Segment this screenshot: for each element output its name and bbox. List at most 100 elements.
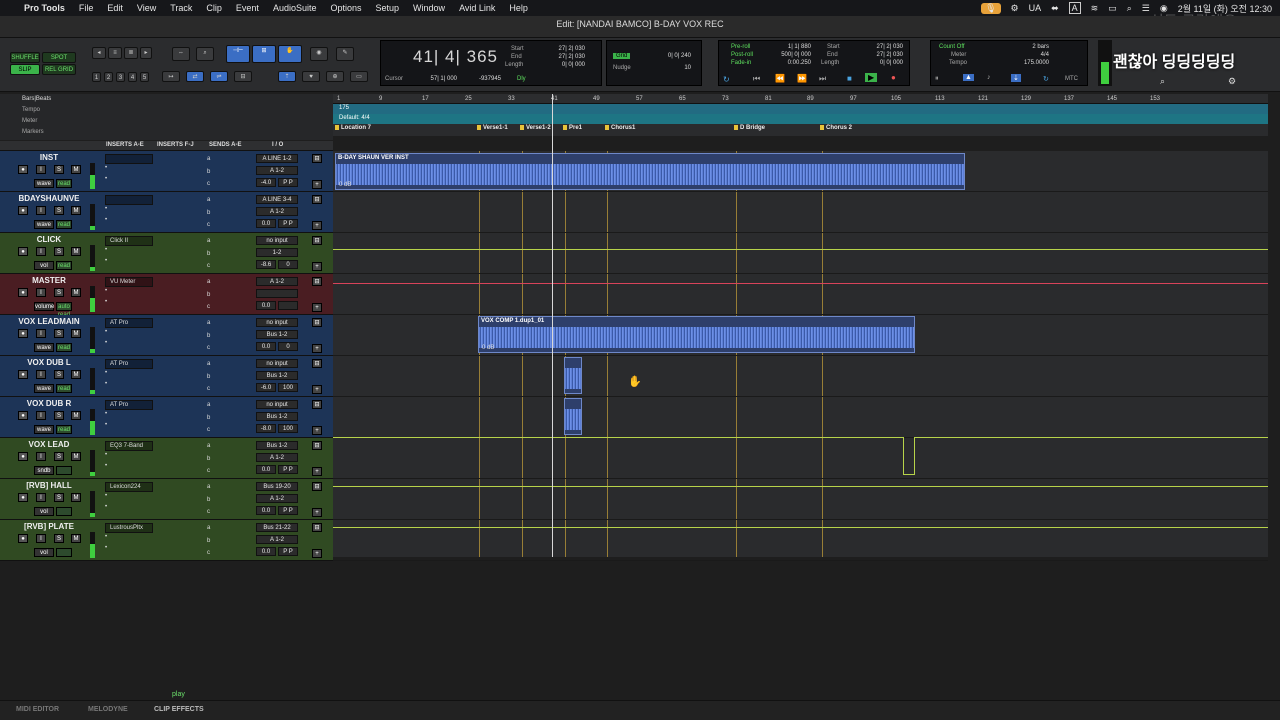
mtc-button[interactable]: MTC xyxy=(1065,76,1078,82)
track-options-icon[interactable]: ⊟ xyxy=(312,236,322,245)
solo-button[interactable]: S xyxy=(54,452,64,461)
track-view-selector[interactable]: wave xyxy=(34,220,54,229)
insert-slot-empty[interactable]: • xyxy=(105,329,153,339)
menu-view[interactable]: View xyxy=(137,3,156,13)
tempo-value[interactable]: 175.0000 xyxy=(995,60,1049,66)
send-slot-a[interactable]: a xyxy=(207,402,210,408)
insert-slot-empty[interactable]: • xyxy=(105,493,153,503)
input-monitor-button[interactable]: I xyxy=(36,411,46,420)
insert-slot-empty[interactable]: • xyxy=(105,217,153,227)
track-view-selector[interactable]: wave xyxy=(34,384,54,393)
output-selector[interactable]: A 1-2 xyxy=(256,535,298,544)
track-plus-icon[interactable]: + xyxy=(312,344,322,353)
insert-slot-empty[interactable]: • xyxy=(105,340,153,350)
mute-button[interactable]: M xyxy=(71,247,81,256)
midi-merge-icon[interactable]: ⇣ xyxy=(1011,74,1021,82)
record-icon[interactable]: ● xyxy=(891,73,896,82)
inserts-fj-header[interactable]: INSERTS F-J xyxy=(157,142,194,148)
automation-mode-selector[interactable] xyxy=(56,548,72,557)
track-plus-icon[interactable]: + xyxy=(312,385,322,394)
meter-value[interactable]: 4/4 xyxy=(995,52,1049,58)
menu-pro-tools[interactable]: Pro Tools xyxy=(24,3,65,13)
send-slot-c[interactable]: c xyxy=(207,222,210,228)
insert-slot-empty[interactable]: • xyxy=(105,176,153,186)
trim-tool-icon[interactable]: ⊣⊢ xyxy=(226,45,250,63)
track-header[interactable]: MASTER ● I S M volume auto read VU Meter… xyxy=(0,274,333,318)
pan-value[interactable]: P P xyxy=(278,547,298,556)
length2-value[interactable]: 0| 0| 000 xyxy=(859,60,903,66)
send-slot-b[interactable]: b xyxy=(207,292,210,298)
track-options-icon[interactable]: ⊟ xyxy=(312,318,322,327)
menu-edit[interactable]: Edit xyxy=(107,3,123,13)
input-selector[interactable]: no input xyxy=(256,400,298,409)
mute-button[interactable]: M xyxy=(71,493,81,502)
mute-button[interactable]: M xyxy=(71,206,81,215)
magnify-tool-icon[interactable]: ⌕ xyxy=(196,47,214,61)
send-slot-c[interactable]: c xyxy=(207,468,210,474)
automation-mode-selector[interactable] xyxy=(56,466,72,475)
spot-mode-button[interactable]: SPOT xyxy=(42,52,76,63)
scrubber-tool-icon[interactable]: ◉ xyxy=(310,47,328,61)
nudge-label[interactable]: Nudge xyxy=(613,65,631,71)
meter-ruler[interactable]: Default: 4/4 xyxy=(333,114,1268,124)
menu-options[interactable]: Options xyxy=(330,3,361,13)
send-slot-b[interactable]: b xyxy=(207,415,210,421)
insert-slot-empty[interactable]: • xyxy=(105,463,153,473)
track-view-selector[interactable]: vol xyxy=(34,507,54,516)
edit-window-timeline[interactable]: B-DAY SHAUN VER INST 0 dB VOX COMP 1.dup… xyxy=(333,94,1268,561)
send-slot-c[interactable]: c xyxy=(207,550,210,556)
pan-value[interactable]: 100 xyxy=(278,383,298,392)
insert-slot-empty[interactable]: • xyxy=(105,422,153,432)
volume-value[interactable]: -6.0 xyxy=(256,383,276,392)
output-selector[interactable]: A 1-2 xyxy=(256,207,298,216)
zoom-in-horizontal-icon[interactable]: ▸ xyxy=(140,47,152,59)
volume-value[interactable]: 0.0 xyxy=(256,465,276,474)
track-name[interactable]: CLICK xyxy=(10,235,88,244)
track-plus-icon[interactable]: + xyxy=(312,262,322,271)
pan-value[interactable]: P P xyxy=(278,219,298,228)
solo-button[interactable]: S xyxy=(54,370,64,379)
output-selector[interactable]: 1-2 xyxy=(256,248,298,257)
main-counter[interactable]: 41| 4| 365 xyxy=(413,47,498,67)
track-options-icon[interactable]: ⊟ xyxy=(312,277,322,286)
track-view-selector[interactable]: vol xyxy=(34,261,54,270)
end-value[interactable]: 27| 2| 030 xyxy=(541,54,585,60)
settings-icon[interactable]: ⚙ xyxy=(1228,76,1236,87)
solo-button[interactable]: S xyxy=(54,329,64,338)
track-lane[interactable] xyxy=(333,438,1268,479)
zoom-preset-4[interactable]: 4 xyxy=(128,72,137,82)
automation-line[interactable] xyxy=(333,437,904,438)
volume-value[interactable]: 0.0 xyxy=(256,219,276,228)
track-name[interactable]: VOX LEADMAIN xyxy=(10,317,88,326)
input-selector[interactable]: no input xyxy=(256,359,298,368)
output-selector[interactable]: Bus 1-2 xyxy=(256,412,298,421)
link-timeline-icon[interactable]: ⇌ xyxy=(210,71,228,82)
tab-melodyne[interactable]: MELODYNE xyxy=(88,706,128,713)
audio-clip-inst[interactable]: B-DAY SHAUN VER INST 0 dB xyxy=(335,153,965,190)
tab-clip-effects[interactable]: CLIP EFFECTS xyxy=(154,706,204,713)
send-slot-a[interactable]: a xyxy=(207,320,210,326)
link-icon[interactable]: ⬌ xyxy=(1051,3,1059,14)
wifi-icon[interactable]: ≋ xyxy=(1091,3,1099,14)
sync-icon[interactable]: ↻ xyxy=(1043,75,1049,83)
track-options-icon[interactable]: ⊟ xyxy=(312,195,322,204)
track-header[interactable]: VOX LEAD ● I S M sndb EQ3 7-Band • • a b… xyxy=(0,438,333,479)
mute-button[interactable]: M xyxy=(71,452,81,461)
rewind-icon[interactable]: ⏪ xyxy=(775,74,785,83)
fadein-value[interactable]: 0:00.250 xyxy=(769,60,811,66)
record-arm-button[interactable]: ● xyxy=(18,288,28,297)
solo-button[interactable]: S xyxy=(54,247,64,256)
marker-pre1[interactable]: Pre1 xyxy=(563,125,582,131)
io-header[interactable]: I / O xyxy=(272,142,283,148)
countoff-label[interactable]: Count Off xyxy=(939,44,965,50)
record-arm-button[interactable]: ● xyxy=(18,370,28,379)
shuffle-mode-button[interactable]: SHUFFLE xyxy=(10,52,40,63)
meter-ruler-label[interactable]: Meter xyxy=(22,118,37,124)
volume-value[interactable]: 0.0 xyxy=(256,547,276,556)
automation-mode-selector[interactable] xyxy=(56,507,72,516)
track-options-icon[interactable]: ⊟ xyxy=(312,400,322,409)
insert-slot[interactable]: EQ3 7-Band xyxy=(105,441,153,451)
menu-setup[interactable]: Setup xyxy=(376,3,400,13)
loop-record-icon[interactable]: ⏸ xyxy=(935,75,939,83)
volume-value[interactable]: -8.0 xyxy=(256,424,276,433)
